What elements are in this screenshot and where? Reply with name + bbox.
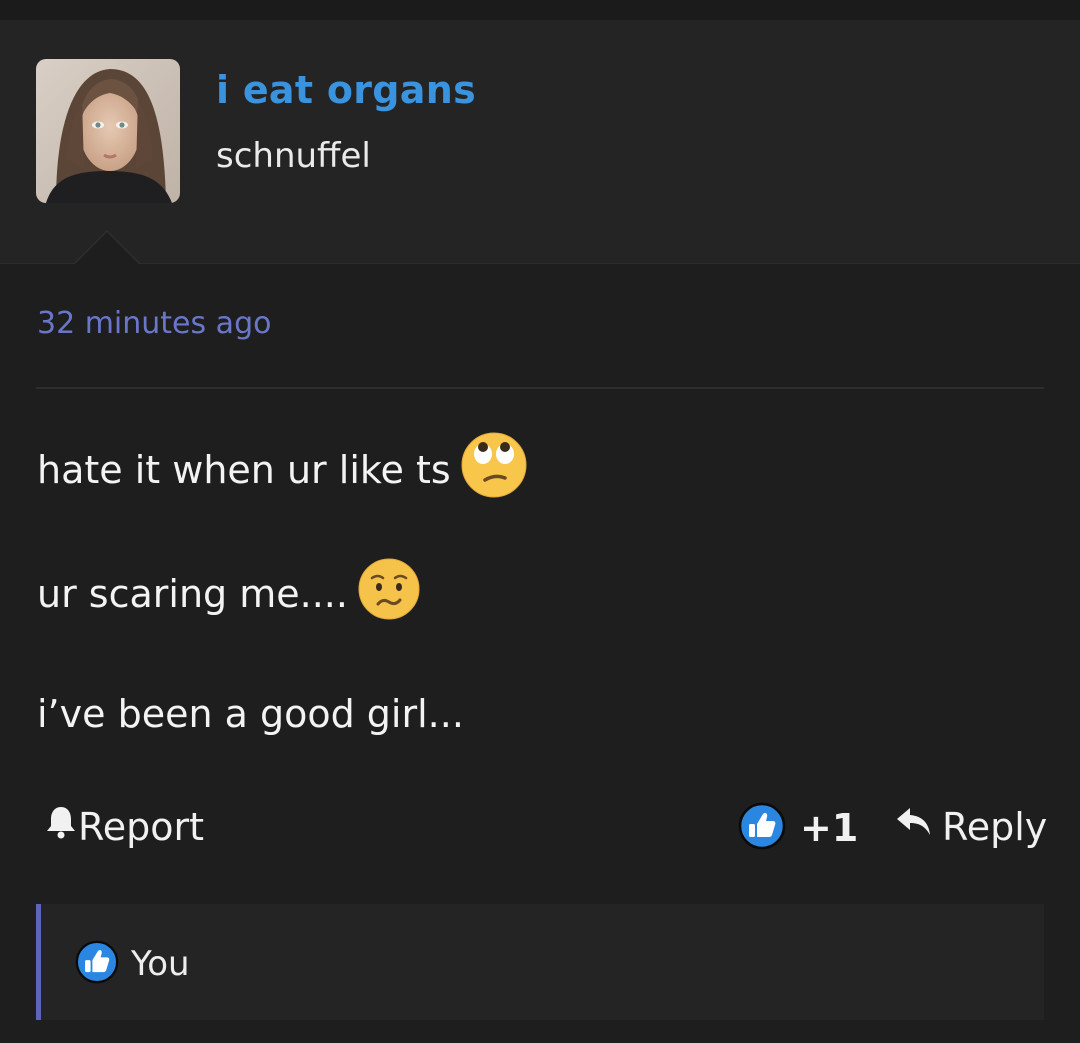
- like-count: +1: [800, 806, 859, 850]
- author-display-name[interactable]: i eat organs: [216, 68, 476, 112]
- post-text-1: hate it when ur like ts: [37, 447, 451, 492]
- post-actions: Report +1 Reply: [0, 800, 1080, 856]
- report-label: Report: [78, 804, 204, 849]
- speech-pointer: [74, 232, 140, 265]
- post-text-3: i’ve been a good girl...: [37, 692, 464, 736]
- liked-by-entry[interactable]: You: [75, 940, 190, 988]
- bell-icon: [44, 804, 78, 849]
- post-header: i eat organs schnuffel: [0, 20, 1080, 264]
- divider: [36, 387, 1044, 389]
- liked-by-name: You: [131, 944, 190, 984]
- thumbs-up-icon: [75, 940, 119, 988]
- reply-arrow-icon: [894, 804, 942, 849]
- like-button[interactable]: +1: [738, 802, 858, 854]
- post-line-2: ur scaring me....: [37, 558, 420, 629]
- avatar-image: [36, 59, 180, 203]
- reply-label: Reply: [942, 804, 1048, 849]
- post-timestamp[interactable]: 32 minutes ago: [37, 306, 271, 341]
- thumbs-up-icon: [738, 802, 786, 854]
- reply-button[interactable]: Reply: [894, 804, 1047, 849]
- post-line-3: i’ve been a good girl...: [37, 692, 464, 736]
- report-button[interactable]: Report: [44, 804, 204, 849]
- face-with-rolling-eyes-icon: [461, 432, 527, 507]
- status-bar-strip: [0, 0, 1080, 20]
- post-text-2: ur scaring me....: [37, 571, 348, 616]
- post-line-1: hate it when ur like ts: [37, 432, 527, 507]
- author-username[interactable]: schnuffel: [216, 136, 371, 176]
- liked-by-panel: You: [36, 904, 1044, 1020]
- worried-face-icon: [358, 558, 420, 629]
- avatar[interactable]: [36, 59, 180, 203]
